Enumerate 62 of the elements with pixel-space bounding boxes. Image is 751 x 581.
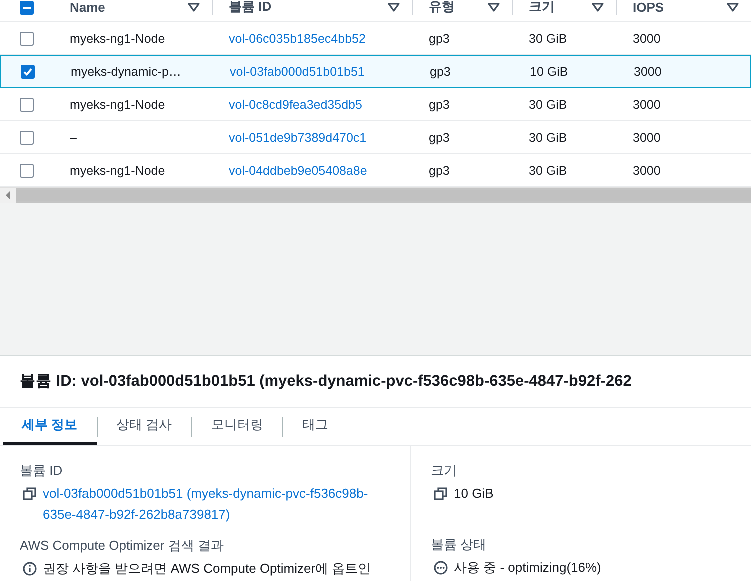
sort-icon[interactable] [727,2,739,12]
volume-link[interactable]: vol-04ddbeb9e05408a8e [229,164,368,178]
table-cell: myeks-ng1-Node [70,32,166,46]
table-cell: gp3 [429,164,450,178]
volume-link[interactable]: vol-051de9b7389d470c1 [229,130,367,144]
table-cell: gp3 [429,130,450,144]
detail-title: 볼륨 ID: vol-03fab000d51b01b51 (myeks-dynamic-pvc-f536c98b-635e-4847-b92f-262 [0,356,751,408]
progress-icon [434,561,448,575]
volume-link[interactable]: vol-0c8cd9fea3ed35db5 [229,98,362,112]
table-cell: gp3 [430,64,451,78]
sort-icon[interactable] [188,2,200,12]
copy-icon[interactable] [434,487,448,501]
field-label: 볼륨 상태 [431,536,488,554]
column-header[interactable]: Name [70,0,106,14]
field-value: 권장 사항을 받으려면 AWS Compute Optimizer에 옵트인 [43,560,372,578]
table-row[interactable]: myeks-dynamic-p… vol-03fab000d51b01b51 gp3 10 GiB 3000 [0,55,751,88]
table-cell: myeks-dynamic-p… [71,64,182,78]
table-cell: 3000 [633,130,661,144]
field-label: 크기 [431,462,458,480]
sort-icon[interactable] [592,2,604,12]
table-row[interactable]: myeks-ng1-Node vol-0c8cd9fea3ed35db5 gp3 30 GiB 3000 [0,88,751,121]
column-header[interactable]: IOPS [633,0,664,14]
table-cell: – [70,130,77,144]
table-cell: 3000 [633,98,661,112]
volume-link[interactable]: vol-06c035b185ec4bb52 [229,32,366,46]
row-checkbox[interactable] [20,98,34,112]
table-cell: 10 GiB [530,64,568,78]
column-header[interactable]: 유형 [429,0,455,16]
column-header[interactable]: 크기 [529,0,555,16]
table-cell: myeks-ng1-Node [70,164,166,178]
table-cell: 3000 [634,64,662,78]
volume-link[interactable]: vol-03fab000d51b01b51 (myeks-dynamic-pvc-f536c98b-635e-4847-b92f-262b8a739817) [43,483,390,525]
table-row[interactable]: – vol-051de9b7389d470c1 gp3 30 GiB 3000 [0,121,751,154]
table-cell: 30 GiB [529,98,568,112]
tab[interactable]: 세부 정보 [3,408,97,445]
volume-link[interactable]: vol-03fab000d51b01b51 [230,64,365,78]
row-checkbox[interactable] [20,164,34,178]
row-checkbox[interactable] [21,64,35,78]
field-value: 사용 중 - optimizing(16%) [454,559,602,577]
column-header[interactable]: 볼륨 ID [229,0,272,16]
table-cell: 30 GiB [529,130,568,144]
table-cell: gp3 [429,32,450,46]
table-cell: 3000 [633,32,661,46]
table-cell: gp3 [429,98,450,112]
sort-icon[interactable] [388,2,400,12]
sort-icon[interactable] [488,2,500,12]
field-value: 10 GiB [454,485,494,503]
field-label: AWS Compute Optimizer 검색 결과 [20,537,225,555]
field-label: 볼륨 ID [20,462,64,480]
copy-icon[interactable] [23,487,37,501]
row-checkbox[interactable] [20,32,34,46]
tab[interactable]: 태그 [283,408,348,445]
table-cell: 30 GiB [529,164,568,178]
table-cell: myeks-ng1-Node [70,98,166,112]
scroll-left-icon[interactable] [0,188,16,203]
select-all-checkbox[interactable] [20,1,34,15]
info-icon [23,562,37,576]
tab[interactable]: 상태 검사 [98,408,192,445]
tab[interactable]: 모니터링 [192,408,282,445]
table-cell: 3000 [633,164,661,178]
row-checkbox[interactable] [20,130,34,144]
table-cell: 30 GiB [529,32,568,46]
